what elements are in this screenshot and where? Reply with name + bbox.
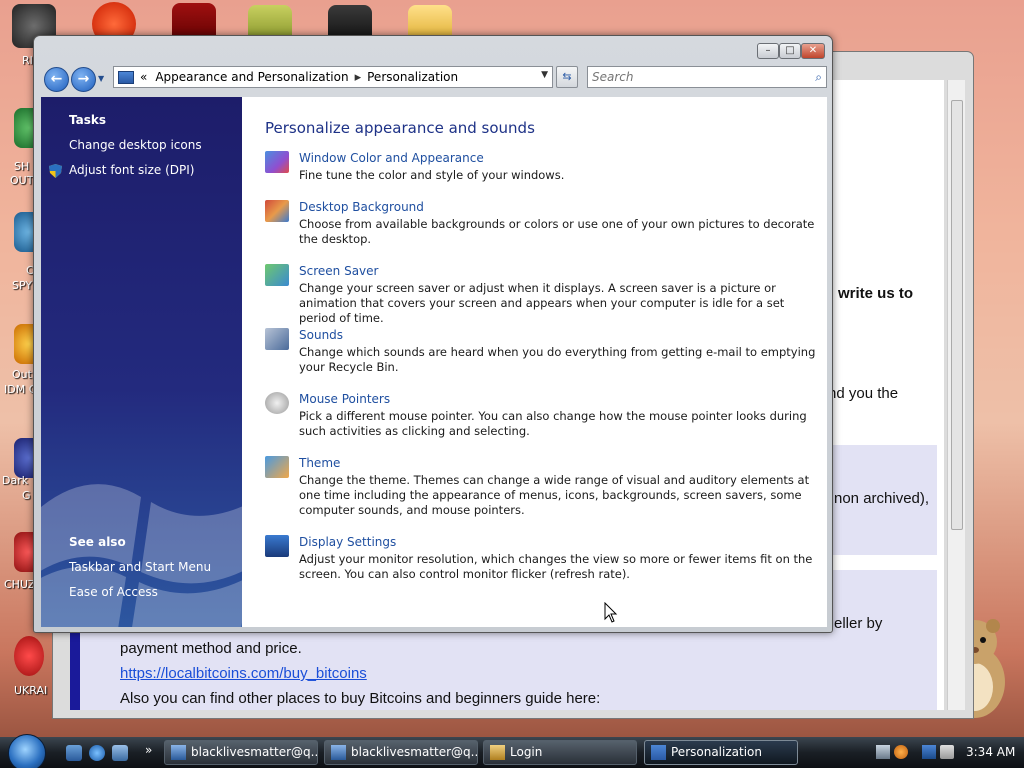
desktop-icon-label: CHUZ xyxy=(4,578,36,591)
search-icon[interactable]: ⌕ xyxy=(815,70,822,85)
task-change-desktop-icons[interactable]: Change desktop icons xyxy=(69,138,202,152)
desktop-icon-label: Out xyxy=(12,368,32,381)
taskbar-button-email-2[interactable]: blacklivesmatter@q... xyxy=(324,740,478,765)
uac-shield-icon xyxy=(49,164,62,178)
background-text: payment method and price. xyxy=(120,640,302,657)
mouse-cursor-icon xyxy=(604,602,618,623)
item-description: Change the theme. Themes can change a wi… xyxy=(299,473,810,517)
history-dropdown-icon[interactable]: ▼ xyxy=(98,74,104,83)
see-also-ease-of-access[interactable]: Ease of Access xyxy=(69,585,158,599)
minimize-button[interactable]: – xyxy=(757,43,779,59)
main-pane: Personalize appearance and sounds Window… xyxy=(242,97,827,627)
quick-launch-more-icon[interactable]: » xyxy=(145,743,152,757)
task-adjust-font-size[interactable]: Adjust font size (DPI) xyxy=(69,163,194,177)
volume-tray-icon[interactable] xyxy=(940,745,954,759)
theme-icon xyxy=(265,456,289,478)
start-button[interactable] xyxy=(8,734,46,768)
address-dropdown-icon[interactable]: ▼ xyxy=(541,70,548,80)
list-item-sounds: Sounds Change which sounds are heard whe… xyxy=(265,328,820,378)
item-description: Pick a different mouse pointer. You can … xyxy=(299,409,807,438)
screen-saver-link[interactable]: Screen Saver xyxy=(299,264,378,278)
task-sidebar: Tasks Change desktop icons Adjust font s… xyxy=(41,97,242,627)
forward-button[interactable]: → xyxy=(71,67,96,92)
sounds-link[interactable]: Sounds xyxy=(299,328,343,342)
tasks-heading: Tasks xyxy=(69,113,107,127)
taskbar-button-label: blacklivesmatter@q... xyxy=(351,745,478,759)
desktop-icon-label: IDM C xyxy=(4,383,37,396)
background-scrollbar[interactable] xyxy=(947,80,965,710)
taskbar-button-label: Login xyxy=(510,745,543,759)
desktop-background-link[interactable]: Desktop Background xyxy=(299,200,424,214)
window-color-link[interactable]: Window Color and Appearance xyxy=(299,151,484,165)
see-also-heading: See also xyxy=(69,535,126,549)
see-also-taskbar-start-menu[interactable]: Taskbar and Start Menu xyxy=(69,560,211,574)
maximize-button[interactable]: □ xyxy=(779,43,801,59)
app-icon xyxy=(171,745,186,760)
mouse-pointers-link[interactable]: Mouse Pointers xyxy=(299,392,390,406)
background-text: nd you the xyxy=(828,385,899,402)
internet-explorer-icon[interactable] xyxy=(89,745,105,761)
item-description: Choose from available backgrounds or col… xyxy=(299,217,815,246)
background-text: write us to xyxy=(838,285,914,302)
sounds-icon xyxy=(265,328,289,350)
item-description: Adjust your monitor resolution, which ch… xyxy=(299,552,813,581)
taskbar-button-label: Personalization xyxy=(671,745,762,759)
personalization-window[interactable]: – □ ✕ ← → ▼ « Appearance and Personaliza… xyxy=(33,35,833,633)
list-item-theme: Theme Change the theme. Themes can chang… xyxy=(265,456,820,518)
background-link[interactable]: https://localbitcoins.com/buy_bitcoins xyxy=(120,665,367,682)
address-prefix[interactable]: « xyxy=(140,70,147,84)
desktop-icon-label: UKRAI xyxy=(14,684,48,697)
desktop-icon-label: Dark xyxy=(2,474,29,487)
window-color-icon xyxy=(265,151,289,173)
show-desktop-icon[interactable] xyxy=(66,745,82,761)
taskbar-button-login[interactable]: Login xyxy=(483,740,637,765)
list-item-window-color: Window Color and Appearance Fine tune th… xyxy=(265,151,820,191)
screen-saver-icon xyxy=(265,264,289,286)
app-icon xyxy=(331,745,346,760)
breadcrumb-personalization[interactable]: Personalization xyxy=(367,70,458,84)
refresh-button[interactable]: ⇆ xyxy=(556,66,578,88)
search-box[interactable]: ⌕ xyxy=(587,66,827,88)
app-icon xyxy=(490,745,505,760)
network-tray-icon[interactable] xyxy=(876,745,890,759)
background-text: eller by xyxy=(834,615,883,632)
background-text: Also you can find other places to buy Bi… xyxy=(120,690,601,707)
back-button[interactable]: ← xyxy=(44,67,69,92)
mouse-pointers-icon xyxy=(265,392,289,414)
item-description: Change which sounds are heard when you d… xyxy=(299,345,816,374)
display-settings-link[interactable]: Display Settings xyxy=(299,535,396,549)
control-panel-icon xyxy=(651,745,666,760)
list-item-screen-saver: Screen Saver Change your screen saver or… xyxy=(265,264,820,325)
display-settings-icon xyxy=(265,535,289,557)
taskbar-button-label: blacklivesmatter@q... xyxy=(191,745,318,759)
taskbar-button-personalization[interactable]: Personalization xyxy=(644,740,798,765)
item-description: Change your screen saver or adjust when … xyxy=(299,281,785,325)
theme-link[interactable]: Theme xyxy=(299,456,340,470)
page-title: Personalize appearance and sounds xyxy=(265,119,535,137)
item-description: Fine tune the color and style of your wi… xyxy=(299,168,565,182)
taskbar-button-email-1[interactable]: blacklivesmatter@q... xyxy=(164,740,318,765)
desktop-background-icon xyxy=(265,200,289,222)
breadcrumb-appearance[interactable]: Appearance and Personalization xyxy=(155,70,348,84)
list-item-desktop-background: Desktop Background Choose from available… xyxy=(265,200,820,250)
desktop-icon-label: OUT xyxy=(10,174,34,187)
list-item-mouse-pointers: Mouse Pointers Pick a different mouse po… xyxy=(265,392,820,442)
breadcrumb-separator-icon[interactable]: ▸ xyxy=(355,70,362,85)
display-tray-icon[interactable] xyxy=(922,745,936,759)
desktop-icon-label: SPY xyxy=(12,279,33,292)
search-tray-icon[interactable] xyxy=(894,745,908,759)
clock[interactable]: 3:34 AM xyxy=(966,745,1015,759)
desktop-icon-label: SH xyxy=(14,160,30,173)
close-button[interactable]: ✕ xyxy=(801,43,825,59)
taskbar: » blacklivesmatter@q... blacklivesmatter… xyxy=(0,734,1024,768)
control-panel-icon xyxy=(118,70,134,84)
desktop-icon-label: G xyxy=(22,489,31,502)
desktop-icon-ukraine[interactable] xyxy=(14,636,44,676)
switch-windows-icon[interactable] xyxy=(112,745,128,761)
desktop-icon-label: RI xyxy=(22,54,33,67)
list-item-display-settings: Display Settings Adjust your monitor res… xyxy=(265,535,820,585)
address-bar[interactable]: « Appearance and Personalization ▸ Perso… xyxy=(113,66,553,88)
search-input[interactable] xyxy=(588,67,798,87)
background-text: non archived), xyxy=(834,490,930,507)
